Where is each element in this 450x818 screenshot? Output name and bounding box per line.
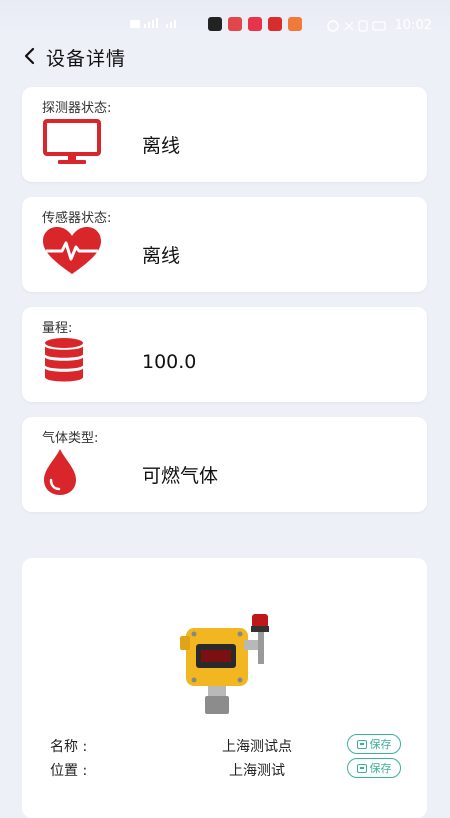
- card-value: 可燃气体: [142, 465, 219, 487]
- status-time: 10:02: [394, 18, 432, 33]
- page-title: 设备详情: [46, 48, 127, 70]
- app-icon: [208, 17, 222, 31]
- page-header: 设备详情: [0, 38, 450, 78]
- system-status: 10:02: [326, 18, 432, 33]
- system-status-icons: [326, 19, 386, 32]
- database-icon: [45, 338, 83, 382]
- app-icon: [248, 17, 262, 31]
- signal-icon: [130, 18, 176, 28]
- save-icon: [356, 763, 367, 773]
- device-location-row: 位置 : 上海测试 保存: [22, 758, 427, 782]
- card-label: 量程:: [42, 321, 73, 336]
- app-icon: [228, 17, 242, 31]
- save-button-label: 保存: [369, 738, 392, 751]
- card-value: 100.0: [142, 351, 197, 373]
- name-value: 上海测试点: [222, 739, 292, 755]
- app-icon: [288, 17, 302, 31]
- card-value: 离线: [142, 135, 181, 157]
- sensor-status-card: 传感器状态: 离线: [22, 197, 427, 292]
- drop-icon: [44, 449, 76, 495]
- gas-type-card: 气体类型: 可燃气体: [22, 417, 427, 512]
- notification-app-icons: [208, 17, 302, 31]
- save-button-label: 保存: [369, 762, 392, 775]
- card-label: 气体类型:: [42, 431, 99, 446]
- monitor-icon: [43, 119, 101, 164]
- name-label: 名称 :: [50, 739, 88, 755]
- status-bar: 10:02: [0, 0, 450, 34]
- card-value: 离线: [142, 245, 181, 267]
- save-name-button[interactable]: 保存: [347, 734, 401, 754]
- card-label: 探测器状态:: [42, 101, 112, 116]
- save-icon: [356, 739, 367, 749]
- heart-pulse-icon: [43, 227, 101, 274]
- range-card: 量程: 100.0: [22, 307, 427, 402]
- location-label: 位置 :: [50, 763, 88, 779]
- save-location-button[interactable]: 保存: [347, 758, 401, 778]
- signal-icons: [130, 18, 200, 30]
- app-icon: [268, 17, 282, 31]
- location-value: 上海测试: [229, 763, 285, 779]
- device-info-card: 名称 : 上海测试点 保存 位置 : 上海测试 保存: [22, 558, 427, 818]
- card-label: 传感器状态:: [42, 211, 112, 226]
- detector-status-card: 探测器状态: 离线: [22, 87, 427, 182]
- gas-detector-image: [180, 614, 269, 714]
- device-name-row: 名称 : 上海测试点 保存: [22, 734, 427, 758]
- back-arrow-icon[interactable]: [18, 44, 42, 68]
